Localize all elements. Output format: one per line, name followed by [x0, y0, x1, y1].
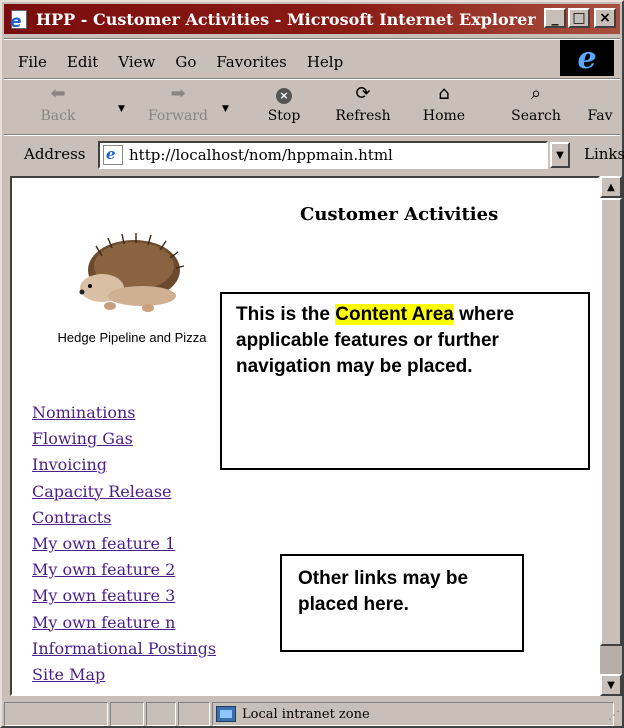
search-icon: ⌕: [530, 83, 542, 104]
nav-link-my-own-feature-3[interactable]: My own feature 3: [32, 583, 216, 609]
menu-favorites[interactable]: Favorites: [216, 53, 286, 71]
home-button[interactable]: ⌂ Home: [414, 82, 474, 134]
scroll-thumb[interactable]: [600, 198, 622, 646]
content-area-box: This is the Content Area where applicabl…: [220, 292, 590, 470]
favorites-label: Fav: [587, 108, 613, 124]
zone-label: Local intranet zone: [242, 706, 370, 722]
address-dropdown-button[interactable]: ▼: [550, 142, 570, 168]
content-area-highlight: Content Area: [335, 304, 454, 325]
menu-edit[interactable]: Edit: [67, 53, 98, 71]
nav-link-invoicing[interactable]: Invoicing: [32, 452, 216, 478]
ie-page-icon: e: [8, 8, 30, 32]
nav-link-informational-postings[interactable]: Informational Postings: [32, 636, 216, 662]
nav-link-nominations[interactable]: Nominations: [32, 400, 216, 426]
hedgehog-logo: [79, 233, 185, 312]
close-button[interactable]: ×: [594, 8, 616, 28]
nav-link-my-own-feature-n[interactable]: My own feature n: [32, 610, 216, 636]
menu-go[interactable]: Go: [175, 53, 196, 71]
forward-dropdown-icon[interactable]: ▼: [222, 104, 229, 114]
resize-grip-icon[interactable]: ⋰: [608, 708, 620, 722]
links-button[interactable]: Links: [584, 145, 624, 163]
window-title: HPP - Customer Activities - Microsoft In…: [36, 9, 536, 29]
status-pane: [178, 702, 210, 726]
maximize-icon: □: [572, 10, 586, 26]
stop-label: Stop: [267, 108, 301, 124]
address-url: http://localhost/nom/hppmain.html: [129, 146, 393, 164]
nav-link-my-own-feature-1[interactable]: My own feature 1: [32, 531, 216, 557]
address-label: Address: [24, 145, 86, 163]
nav-link-capacity-release[interactable]: Capacity Release: [32, 479, 216, 505]
other-links-text: Other links may be placed here.: [298, 568, 469, 615]
favorites-icon: [584, 82, 616, 106]
home-label: Home: [422, 108, 466, 124]
nav-link-site-map[interactable]: Site Map: [32, 662, 216, 688]
close-icon: ×: [599, 10, 611, 26]
chevron-down-icon: ▼: [556, 149, 564, 161]
page-title: Customer Activities: [300, 204, 499, 225]
status-bar: Local intranet zone ⋰: [4, 700, 620, 726]
intranet-zone-icon: [216, 706, 236, 722]
menu-help[interactable]: Help: [307, 53, 343, 71]
forward-arrow-icon: ➡: [170, 83, 186, 104]
status-pane-main: [4, 702, 108, 726]
refresh-label: Refresh: [335, 108, 391, 124]
other-links-box: Other links may be placed here.: [280, 554, 524, 652]
logo-caption: Hedge Pipeline and Pizza: [57, 330, 207, 345]
toolbar: ⬅ Back ▼ ➡ Forward ▼ × Stop ⟳ Refresh ⌂ …: [10, 82, 622, 134]
address-input[interactable]: e http://localhost/nom/hppmain.html: [98, 141, 548, 169]
search-button[interactable]: ⌕ Search: [504, 82, 568, 134]
menu-bar: File Edit View Go Favorites Help: [10, 48, 566, 76]
browser-window: e HPP - Customer Activities - Microsoft …: [0, 0, 624, 728]
nav-link-my-own-feature-2[interactable]: My own feature 2: [32, 557, 216, 583]
home-icon: ⌂: [438, 83, 450, 104]
title-bar: e HPP - Customer Activities - Microsoft …: [4, 4, 620, 34]
back-button[interactable]: ⬅ Back: [28, 82, 88, 134]
stop-icon: ×: [276, 88, 292, 104]
refresh-icon: ⟳: [355, 83, 371, 104]
ie-logo-icon: e: [560, 40, 614, 76]
minimize-button[interactable]: _: [544, 8, 566, 28]
address-bar: Address e http://localhost/nom/hppmain.h…: [4, 138, 624, 172]
search-label: Search: [511, 108, 561, 124]
nav-links: Nominations Flowing Gas Invoicing Capaci…: [32, 400, 216, 688]
minimize-icon: _: [551, 10, 559, 26]
scroll-up-button[interactable]: ▲: [600, 176, 622, 198]
content-area-text: This is the Content Area where applicabl…: [236, 304, 515, 377]
status-pane: [110, 702, 144, 726]
scroll-down-button[interactable]: ▼: [600, 674, 622, 696]
maximize-button[interactable]: □: [568, 8, 590, 28]
forward-button[interactable]: ➡ Forward: [138, 82, 218, 134]
favorites-button[interactable]: Fav: [584, 82, 616, 134]
back-arrow-icon: ⬅: [50, 83, 66, 104]
refresh-button[interactable]: ⟳ Refresh: [328, 82, 398, 134]
nav-link-contracts[interactable]: Contracts: [32, 505, 216, 531]
nav-link-flowing-gas[interactable]: Flowing Gas: [32, 426, 216, 452]
menu-view[interactable]: View: [118, 53, 155, 71]
content-viewport: Customer Activities Hedge Pipeline and P…: [10, 176, 600, 696]
stop-button[interactable]: × Stop: [254, 82, 314, 134]
vertical-scrollbar[interactable]: ▲ ▼: [600, 176, 622, 696]
forward-label: Forward: [147, 108, 209, 124]
status-pane: [146, 702, 176, 726]
chevron-up-icon: ▲: [607, 181, 615, 193]
security-zone: Local intranet zone: [216, 702, 370, 726]
ie-page-icon: e: [103, 145, 123, 165]
menu-file[interactable]: File: [18, 53, 47, 71]
chevron-down-icon: ▼: [607, 679, 615, 691]
back-label: Back: [40, 108, 76, 124]
back-dropdown-icon[interactable]: ▼: [118, 104, 125, 114]
